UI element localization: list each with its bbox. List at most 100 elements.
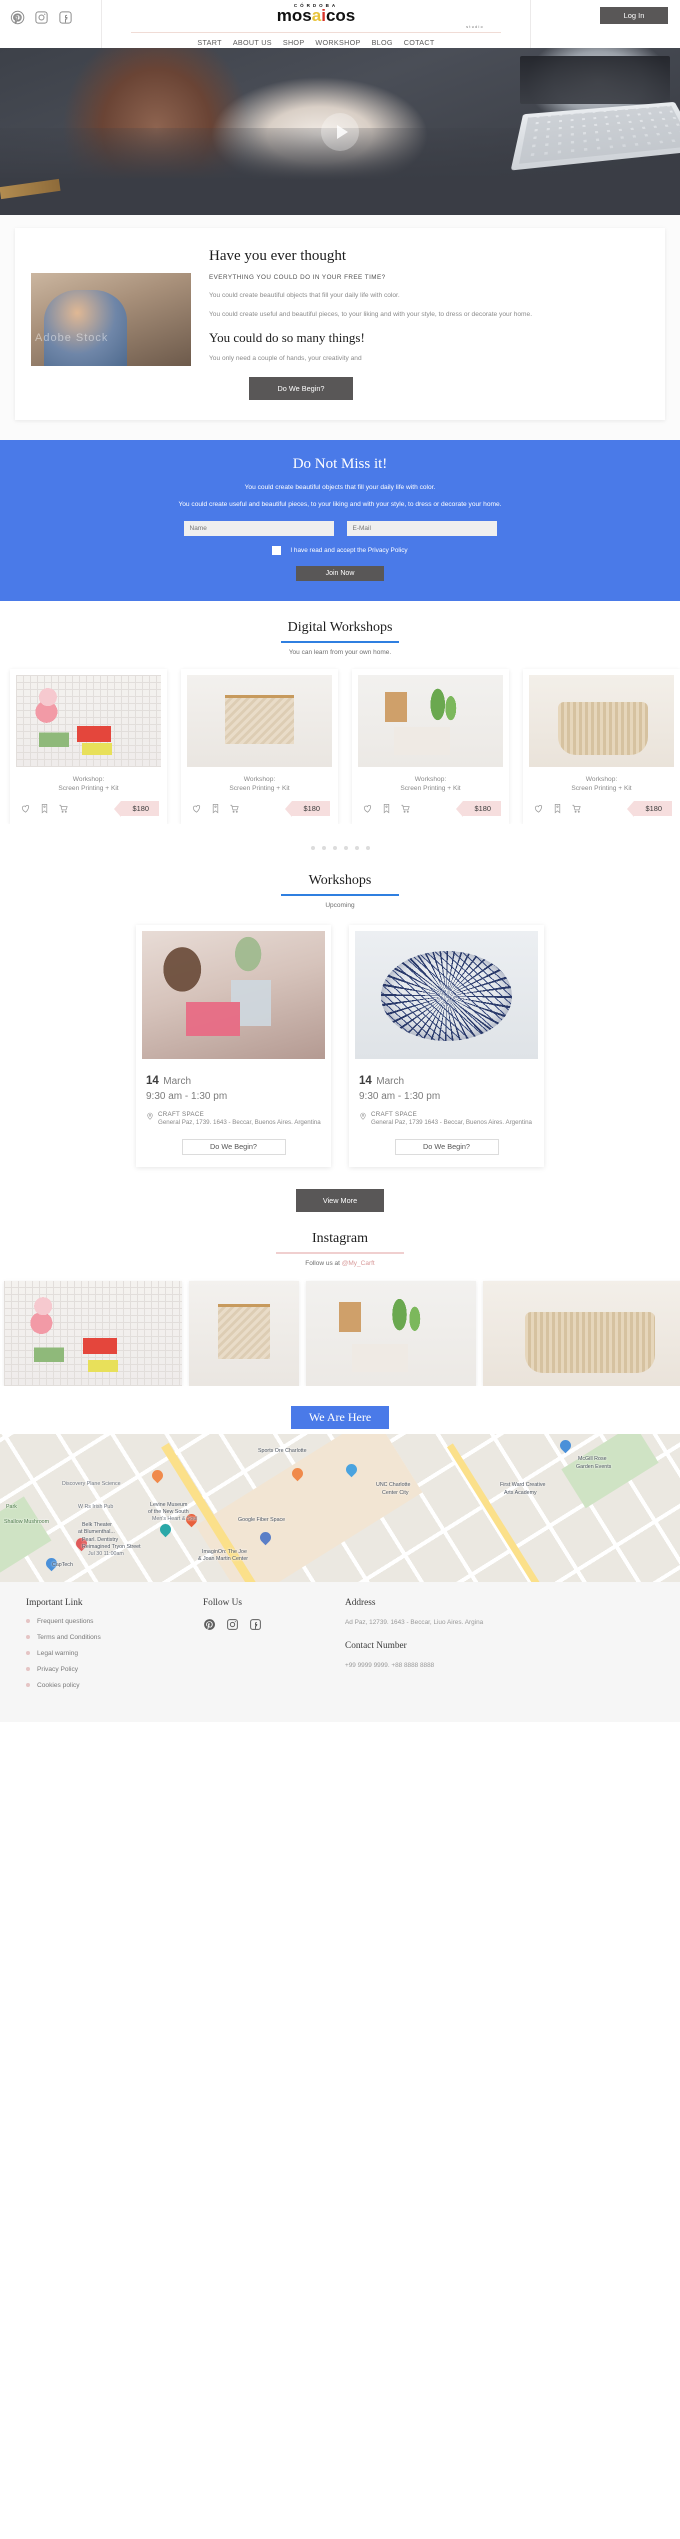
pinterest-icon[interactable] xyxy=(203,1618,216,1631)
instagram-icon[interactable] xyxy=(34,10,49,25)
map-label: Levine Museum xyxy=(150,1501,188,1508)
tag-icon[interactable] xyxy=(210,803,221,814)
footer-link-terms-and-conditions[interactable]: Terms and Conditions xyxy=(37,1634,101,1641)
privacy-checkbox[interactable] xyxy=(272,545,282,555)
facebook-icon[interactable] xyxy=(58,10,73,25)
nav-item-workshop[interactable]: WORKSHOP xyxy=(315,38,360,47)
login-button[interactable]: Log In xyxy=(600,7,668,24)
nav-item-shop[interactable]: SHOP xyxy=(283,38,305,47)
name-input[interactable] xyxy=(183,520,334,536)
logo-part-2: cos xyxy=(325,6,356,25)
carousel-dot[interactable] xyxy=(321,845,326,850)
heart-icon[interactable] xyxy=(20,803,31,814)
footer-link-frequent-questions[interactable]: Frequent questions xyxy=(37,1618,93,1625)
map-pin-icon[interactable] xyxy=(343,1461,360,1479)
footer-link-item: Terms and Conditions xyxy=(26,1634,191,1641)
product-price: $180 xyxy=(113,800,159,817)
map-pin-icon[interactable] xyxy=(289,1465,306,1483)
site-logo[interactable]: mosaicos xyxy=(276,6,356,25)
heart-icon[interactable] xyxy=(362,803,373,814)
instagram-handle[interactable]: @My_Carft xyxy=(342,1260,375,1267)
site-footer: Important Link Frequent questions Terms … xyxy=(0,1581,680,1722)
map-pin-icon[interactable] xyxy=(557,1437,574,1455)
instagram-subtitle: Follow us at @My_Carft xyxy=(0,1260,680,1267)
map-label: Jul 30 11:00am xyxy=(88,1550,124,1557)
location-map[interactable]: Sports Ore Charlotte McGill Rose Garden Ev… xyxy=(0,1433,680,1582)
instagram-tile[interactable] xyxy=(189,1280,299,1386)
event-date: 14 March xyxy=(355,1059,538,1089)
product-actions: $180 xyxy=(529,800,674,824)
product-card[interactable]: Workshop: Screen Printing + Kit $180 xyxy=(181,668,338,824)
email-input[interactable] xyxy=(346,520,497,536)
map-pin-icon[interactable] xyxy=(149,1467,166,1485)
intro-caps-line: EVERYTHING YOU COULD DO IN YOUR FREE TIM… xyxy=(209,274,386,281)
product-card[interactable]: Workshop: Screen Printing + Kit $180 xyxy=(10,668,167,824)
site-header: CÓRDOBA mosaicos studio START ABOUT US S… xyxy=(0,0,680,48)
pinterest-icon[interactable] xyxy=(10,10,25,25)
carousel-dot[interactable] xyxy=(310,845,315,850)
carousel-dot[interactable] xyxy=(332,845,337,850)
location-pin-icon xyxy=(147,1112,153,1120)
cart-icon[interactable] xyxy=(229,803,240,814)
join-now-button[interactable]: Join Now xyxy=(296,565,384,581)
instagram-follow-prefix: Follow us at xyxy=(305,1259,342,1267)
nav-item-about-us[interactable]: ABOUT US xyxy=(233,38,272,47)
product-title-line-2: Screen Printing + Kit xyxy=(229,785,290,792)
nav-item-start[interactable]: START xyxy=(197,38,221,47)
carousel-dot[interactable] xyxy=(354,845,359,850)
carousel-dot[interactable] xyxy=(365,845,370,850)
product-image xyxy=(529,674,674,767)
footer-link-legal-warning[interactable]: Legal warning xyxy=(37,1650,78,1657)
product-title-line-2: Screen Printing + Kit xyxy=(571,785,632,792)
footer-follow-column: Follow Us xyxy=(203,1598,333,1698)
event-card[interactable]: 14 March 9:30 am - 1:30 pm CRAFT SPACE G… xyxy=(349,924,544,1167)
do-we-begin-button[interactable]: Do We Begin? xyxy=(249,376,353,400)
carousel-dot[interactable] xyxy=(343,845,348,850)
cta-heading: Do Not Miss it! xyxy=(292,455,388,472)
instagram-gallery xyxy=(0,1267,680,1386)
product-price: $180 xyxy=(455,800,501,817)
event-month: March xyxy=(376,1075,405,1087)
product-title: Workshop: Screen Printing + Kit xyxy=(16,767,161,801)
instagram-icon[interactable] xyxy=(226,1618,239,1631)
footer-link-cookies-policy[interactable]: Cookies policy xyxy=(37,1682,80,1689)
footer-follow-heading: Follow Us xyxy=(203,1597,243,1608)
nav-item-blog[interactable]: BLOG xyxy=(372,38,393,47)
product-card-carousel[interactable]: Workshop: Screen Printing + Kit $180 Wor… xyxy=(0,656,680,824)
instagram-title: Instagram xyxy=(312,1230,368,1246)
heart-icon[interactable] xyxy=(533,803,544,814)
newsletter-cta-section: Do Not Miss it! You could create beautif… xyxy=(0,439,680,601)
heart-icon[interactable] xyxy=(191,803,202,814)
event-card[interactable]: 14 March 9:30 am - 1:30 pm CRAFT SPACE G… xyxy=(136,924,331,1167)
product-card[interactable]: Workshop: Screen Printing + Kit $180 xyxy=(523,668,680,824)
instagram-tile[interactable] xyxy=(483,1280,680,1386)
cart-icon[interactable] xyxy=(571,803,582,814)
event-month: March xyxy=(163,1075,192,1087)
play-button[interactable] xyxy=(321,112,359,151)
event-cta-button[interactable]: Do We Begin? xyxy=(394,1138,499,1155)
footer-link-item: Cookies policy xyxy=(26,1682,191,1689)
view-more-button[interactable]: View More xyxy=(296,1188,384,1212)
map-label: W Rs Irish Pub xyxy=(78,1503,114,1510)
workshops-title: Workshops xyxy=(308,872,372,888)
event-cta-button[interactable]: Do We Begin? xyxy=(181,1138,286,1155)
map-pin-icon[interactable] xyxy=(257,1529,274,1547)
tag-icon[interactable] xyxy=(381,803,392,814)
newsletter-form xyxy=(0,520,680,536)
bullet-icon xyxy=(26,1667,30,1672)
tag-icon[interactable] xyxy=(39,803,50,814)
instagram-tile[interactable] xyxy=(4,1280,182,1386)
footer-link-privacy-policy[interactable]: Privacy Policy xyxy=(37,1666,78,1673)
map-pin-icon[interactable] xyxy=(157,1521,174,1539)
cart-icon[interactable] xyxy=(58,803,69,814)
logo-part-1: mos xyxy=(276,6,312,25)
product-card[interactable]: Workshop: Screen Printing + Kit $180 xyxy=(352,668,509,824)
tag-icon[interactable] xyxy=(552,803,563,814)
facebook-icon[interactable] xyxy=(249,1618,262,1631)
carousel-pagination-dots[interactable] xyxy=(0,824,680,854)
product-price: $180 xyxy=(284,800,330,817)
instagram-rule xyxy=(276,1251,404,1254)
instagram-tile[interactable] xyxy=(306,1280,476,1386)
cart-icon[interactable] xyxy=(400,803,411,814)
nav-item-contact[interactable]: COTACT xyxy=(404,38,435,47)
